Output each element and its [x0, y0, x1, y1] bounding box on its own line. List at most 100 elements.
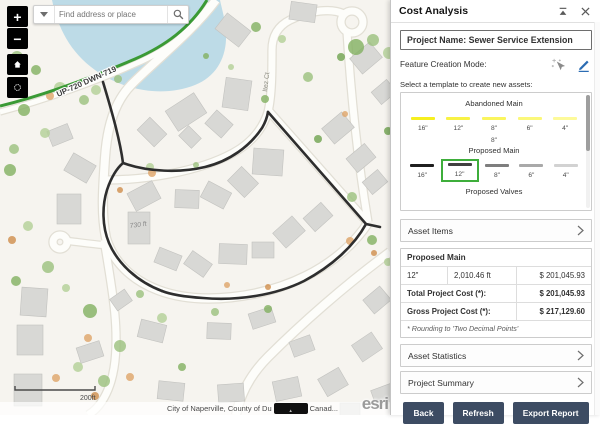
- scale-label: 200ft: [80, 395, 96, 402]
- house-footprint: [17, 325, 43, 355]
- street: [68, 241, 103, 245]
- template-abandoned-12[interactable]: 12": [442, 115, 474, 134]
- tree: [4, 164, 16, 176]
- chevron-right-icon: [577, 350, 584, 361]
- search-button[interactable]: [167, 6, 188, 23]
- house-footprint: [207, 323, 232, 340]
- asset-size: 12": [401, 267, 448, 284]
- swatch-label: 12": [454, 125, 464, 132]
- tree: [367, 235, 377, 245]
- search-icon: [173, 9, 184, 20]
- tree: [23, 221, 33, 231]
- project-name-field: Project Name: Sewer Service Extension: [400, 30, 592, 50]
- swatch-label: 8": [494, 172, 500, 179]
- tree: [367, 34, 379, 46]
- house-footprint: [57, 194, 81, 224]
- proposed-main-row: 16" 12" 8" 6": [405, 162, 583, 182]
- swatch-label: 6": [528, 172, 534, 179]
- tree: [178, 363, 186, 371]
- tree: [264, 305, 272, 313]
- project-summary-label: Project Summary: [408, 378, 577, 388]
- template-abandoned-16[interactable]: 16": [407, 115, 439, 134]
- template-proposed-8[interactable]: 8": [481, 162, 513, 181]
- swatch-label: 4": [563, 172, 569, 179]
- close-icon: [581, 7, 590, 16]
- attribution-text-right: Canad...: [310, 404, 338, 413]
- template-abandoned-8[interactable]: 8": [478, 115, 510, 134]
- panel-body: Project Name: Sewer Service Extension Fe…: [391, 23, 600, 424]
- tree: [42, 261, 54, 273]
- search-input[interactable]: [55, 6, 167, 23]
- map-nav-controls: + −: [7, 6, 28, 98]
- template-abandoned-6[interactable]: 6": [514, 115, 546, 134]
- home-icon: [13, 58, 22, 71]
- tree: [193, 162, 199, 168]
- total-cost-row: Total Project Cost (*): $ 201,045.93: [401, 285, 591, 303]
- attribution-overlay-box: ▴: [274, 403, 308, 414]
- search-dropdown-button[interactable]: [34, 6, 55, 23]
- template-group-title: Proposed Valves: [405, 187, 583, 196]
- tree: [278, 35, 286, 43]
- pencil-icon: [576, 58, 591, 72]
- smart-mode-button[interactable]: [550, 57, 567, 72]
- attribution-text-left: City of Naperville, County of Du: [167, 404, 272, 413]
- panel-scrollbar[interactable]: [594, 22, 600, 415]
- panel-title: Cost Analysis: [399, 5, 549, 17]
- template-proposed-12-selected[interactable]: 12": [441, 159, 479, 182]
- house-footprint: [157, 381, 185, 402]
- swatch-line: [518, 117, 542, 120]
- template-abandoned-8-extra[interactable]: 8": [405, 137, 583, 144]
- table-row: 12" 2,010.46 ft $ 201,045.93: [401, 267, 591, 285]
- tree: [83, 304, 97, 318]
- template-proposed-4[interactable]: 4": [550, 162, 582, 181]
- swatch-line: [485, 164, 509, 167]
- asset-items-section[interactable]: Asset Items: [400, 219, 592, 242]
- tree: [114, 340, 126, 352]
- gross-cost-row: Gross Project Cost (*): $ 217,129.60: [401, 303, 591, 321]
- collapse-panel-button[interactable]: [555, 4, 571, 18]
- tree: [9, 144, 19, 154]
- zoom-out-button[interactable]: −: [7, 28, 28, 49]
- tree: [157, 313, 167, 323]
- abandoned-main-row: 16" 12" 8" 6": [405, 115, 583, 134]
- cost-table: Proposed Main 12" 2,010.46 ft $ 201,045.…: [400, 248, 592, 338]
- zoom-in-button[interactable]: +: [7, 6, 28, 27]
- template-scrollbar-thumb[interactable]: [586, 95, 590, 151]
- tree: [261, 95, 269, 103]
- tree: [203, 53, 209, 59]
- search-box: [33, 5, 189, 24]
- map-canvas[interactable]: UP-720 DWN-719Itez Ct730 ft200ft: [0, 0, 390, 415]
- map-view[interactable]: UP-720 DWN-719Itez Ct730 ft200ft + −: [0, 0, 390, 415]
- swatch-label: 6": [527, 125, 533, 132]
- feature-creation-mode-row: Feature Creation Mode:: [400, 57, 592, 72]
- back-button[interactable]: Back: [403, 402, 443, 424]
- tree: [31, 65, 41, 75]
- refresh-button[interactable]: Refresh: [453, 402, 504, 424]
- gross-cost-label: Gross Project Cost (*):: [401, 303, 517, 320]
- tree: [228, 64, 234, 70]
- swatch-line: [553, 117, 577, 120]
- tree: [211, 308, 219, 316]
- asset-length: 2,010.46 ft: [448, 267, 517, 284]
- chevron-right-icon: [577, 225, 584, 236]
- export-report-button[interactable]: Export Report: [513, 402, 589, 424]
- locate-button[interactable]: [7, 77, 28, 98]
- project-summary-section[interactable]: Project Summary: [400, 371, 592, 394]
- tree: [62, 284, 70, 292]
- tree: [348, 39, 364, 55]
- template-proposed-16[interactable]: 16": [406, 162, 438, 181]
- tree: [342, 111, 348, 117]
- close-panel-button[interactable]: [577, 4, 593, 18]
- template-proposed-6[interactable]: 6": [515, 162, 547, 181]
- tree: [117, 187, 123, 193]
- draw-mode-button[interactable]: [575, 57, 592, 72]
- tree: [126, 373, 134, 381]
- tree: [40, 128, 50, 138]
- total-cost-value: $ 201,045.93: [517, 285, 591, 302]
- swatch-line: [482, 117, 506, 120]
- home-button[interactable]: [7, 54, 28, 75]
- magic-wand-cursor-icon: [551, 58, 566, 72]
- collapse-icon: [558, 7, 568, 16]
- template-abandoned-4[interactable]: 4": [549, 115, 581, 134]
- asset-statistics-section[interactable]: Asset Statistics: [400, 344, 592, 367]
